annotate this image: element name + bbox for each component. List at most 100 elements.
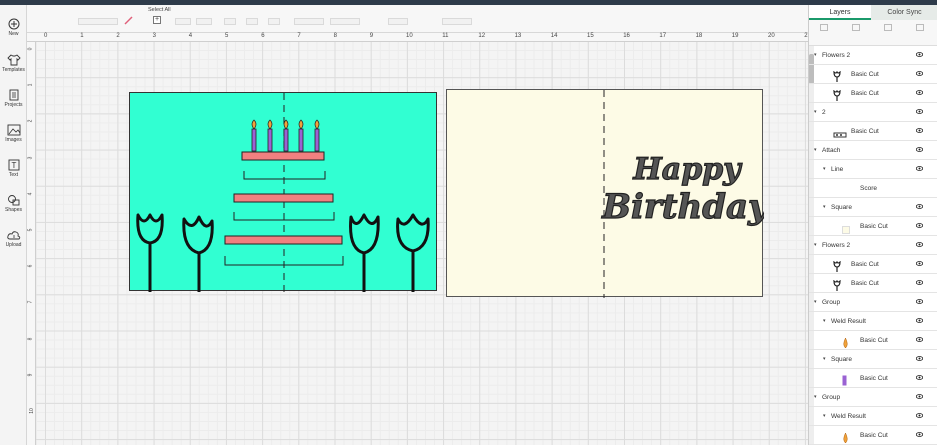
eye-icon[interactable]	[915, 103, 924, 122]
eye-icon[interactable]	[915, 141, 924, 160]
size-height-field[interactable]	[330, 18, 360, 25]
eye-icon[interactable]	[915, 274, 924, 293]
sidebar-item-label: Text	[8, 172, 19, 178]
chevron-down-icon[interactable]: ▾	[823, 350, 826, 369]
tab-color-sync[interactable]: Color Sync	[871, 5, 937, 20]
layer-group-row[interactable]: ▾ Flowers 2	[809, 46, 937, 65]
chevron-down-icon[interactable]: ▾	[814, 141, 817, 160]
eye-icon[interactable]	[915, 350, 924, 369]
ruler-tick-label: 1	[80, 33, 84, 39]
cake-card[interactable]	[129, 92, 437, 292]
eye-icon[interactable]	[915, 65, 924, 84]
ruler-tick-label: 9	[27, 373, 34, 377]
layer-group-row[interactable]: ▾ Line	[809, 160, 937, 179]
eye-icon[interactable]	[915, 293, 924, 312]
chevron-down-icon[interactable]: ▾	[823, 312, 826, 331]
sidebar-item-templates[interactable]: Templates	[0, 54, 27, 73]
eye-icon[interactable]	[915, 160, 924, 179]
layer-row[interactable]: Score	[809, 179, 937, 198]
tab-layers[interactable]: Layers	[809, 5, 871, 20]
cake-artwork	[136, 93, 430, 292]
rotate-field[interactable]	[388, 18, 408, 25]
group-icon	[819, 24, 828, 31]
chevron-down-icon[interactable]: ▾	[823, 198, 826, 217]
offset-dropdown[interactable]	[268, 18, 280, 25]
layers-list: ▾ Flowers 2 Basic Cut Basic Cut ▾ 2 Basic Cut ▾…	[809, 46, 937, 445]
chevron-down-icon[interactable]: ▾	[823, 407, 826, 426]
eye-icon[interactable]	[915, 312, 924, 331]
ruler-tick-label: 5	[27, 228, 34, 232]
layer-row[interactable]: Basic Cut	[809, 122, 937, 141]
sidebar-item-projects[interactable]: Projects	[0, 89, 27, 108]
left-sidebar: New Templates Projects Images T Text Sha…	[0, 5, 27, 445]
layer-row[interactable]: Basic Cut	[809, 331, 937, 350]
layer-row[interactable]: Basic Cut	[809, 274, 937, 293]
layer-group-row[interactable]: ▾ Square	[809, 198, 937, 217]
duplicate-button[interactable]	[875, 24, 900, 33]
eye-icon[interactable]	[915, 255, 924, 274]
operation-dropdown[interactable]	[78, 18, 118, 25]
eye-icon[interactable]	[915, 46, 924, 65]
greeting-card[interactable]: Happy Birthday	[446, 89, 771, 298]
layer-group-row[interactable]: ▾ Weld Result	[809, 407, 937, 426]
eye-icon[interactable]	[915, 426, 924, 445]
eye-icon[interactable]	[915, 331, 924, 350]
layer-row[interactable]: Basic Cut	[809, 217, 937, 236]
layer-label: Basic Cut	[851, 280, 879, 287]
select-all-label: Select All	[148, 7, 171, 13]
layer-label: Flowers 2	[822, 242, 851, 249]
chevron-down-icon[interactable]: ▾	[814, 46, 817, 65]
ruler-tick-label: 10	[406, 33, 413, 39]
ruler-tick-label: 12	[478, 33, 486, 39]
layer-group-row[interactable]: ▾ Group	[809, 293, 937, 312]
chevron-down-icon[interactable]: ▾	[814, 388, 817, 407]
layer-group-row[interactable]: ▾ 2	[809, 103, 937, 122]
sidebar-item-shapes[interactable]: Shapes	[0, 194, 27, 213]
delete-button[interactable]	[907, 24, 932, 33]
layer-group-row[interactable]: ▾ Flowers 2	[809, 236, 937, 255]
ruler-tick-label: 3	[152, 33, 156, 39]
eye-icon[interactable]	[915, 236, 924, 255]
chevron-down-icon[interactable]: ▾	[814, 293, 817, 312]
layer-row[interactable]: Basic Cut	[809, 65, 937, 84]
sidebar-item-text[interactable]: T Text	[0, 159, 27, 178]
eye-icon[interactable]	[915, 369, 924, 388]
vertical-ruler: 0 1 2 3 4 5 6 7 8 9 10	[27, 42, 36, 445]
layer-group-row[interactable]: ▾ Square	[809, 350, 937, 369]
eye-icon[interactable]	[915, 407, 924, 426]
sidebar-item-upload[interactable]: Upload	[0, 230, 27, 248]
eye-icon[interactable]	[915, 122, 924, 141]
eye-icon[interactable]	[915, 217, 924, 236]
layer-label: Basic Cut	[860, 337, 888, 344]
chevron-down-icon[interactable]: ▾	[814, 103, 817, 122]
flip-dropdown[interactable]	[246, 18, 258, 25]
layer-row[interactable]: Basic Cut	[809, 426, 937, 445]
layer-label: Weld Result	[831, 318, 866, 325]
ungroup-button[interactable]	[843, 24, 868, 33]
pen-color-icon[interactable]	[124, 16, 133, 27]
sidebar-item-new[interactable]: New	[0, 18, 27, 37]
position-x-field[interactable]	[442, 18, 472, 25]
chevron-down-icon[interactable]: ▾	[823, 160, 826, 179]
arrange-dropdown[interactable]	[224, 18, 236, 25]
layer-row[interactable]: Basic Cut	[809, 84, 937, 103]
layer-group-row[interactable]: ▾ Attach	[809, 141, 937, 160]
eye-icon[interactable]	[915, 388, 924, 407]
layer-group-row[interactable]: ▾ Group	[809, 388, 937, 407]
chevron-down-icon[interactable]: ▾	[814, 236, 817, 255]
layer-row[interactable]: Basic Cut	[809, 255, 937, 274]
layer-group-row[interactable]: ▾ Weld Result	[809, 312, 937, 331]
select-all-button[interactable]: +	[153, 16, 161, 24]
ruler-tick-label: 0	[44, 33, 48, 39]
edit-dropdown[interactable]	[175, 18, 191, 25]
eye-icon[interactable]	[915, 198, 924, 217]
ruler-tick-label: 7	[27, 301, 34, 304]
eye-icon[interactable]	[915, 84, 924, 103]
size-width-field[interactable]	[294, 18, 324, 25]
align-dropdown[interactable]	[196, 18, 212, 25]
sidebar-item-label: New	[8, 31, 19, 37]
sidebar-item-images[interactable]: Images	[0, 124, 27, 143]
layer-row[interactable]: Basic Cut	[809, 369, 937, 388]
group-button[interactable]	[811, 24, 836, 33]
ruler-tick-label: 6	[27, 264, 34, 268]
